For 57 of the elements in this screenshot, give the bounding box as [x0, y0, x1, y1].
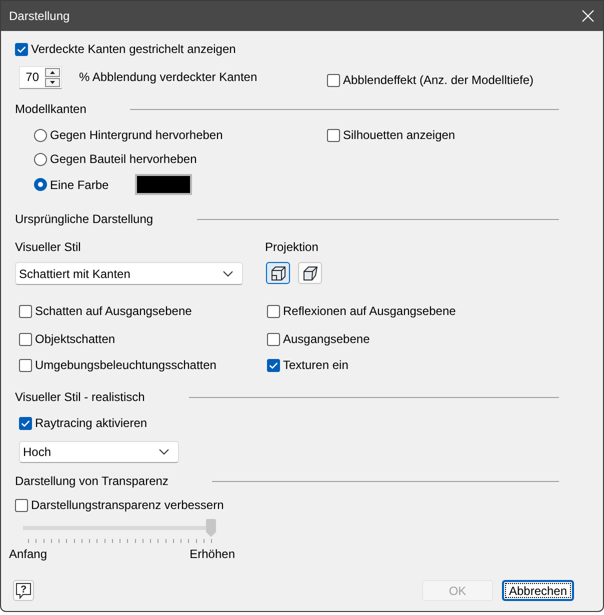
- checkbox-label: Ausgangsebene: [283, 331, 370, 347]
- checkbox-label: Schatten auf Ausgangsebene: [35, 303, 192, 319]
- checkbox[interactable]: [267, 358, 280, 372]
- checkbox-label: Umgebungsbeleuchtungsschatten: [35, 357, 216, 373]
- checkbox[interactable]: [15, 498, 28, 512]
- radio-button[interactable]: [34, 128, 47, 142]
- close-icon[interactable]: [582, 10, 594, 22]
- dropdown[interactable]: Hoch: [19, 441, 179, 463]
- projection-button[interactable]: [266, 262, 290, 284]
- spin-down-button[interactable]: [45, 78, 60, 87]
- chevron-down-icon: [223, 270, 233, 276]
- checkbox[interactable]: [267, 332, 280, 346]
- checkmark-icon: [21, 420, 30, 426]
- checkbox[interactable]: [19, 358, 32, 372]
- field-label: Projektion: [265, 239, 318, 255]
- checkbox[interactable]: [19, 332, 32, 346]
- checkbox[interactable]: [19, 416, 32, 430]
- number-field[interactable]: 70: [19, 66, 62, 89]
- section-heading: Darstellung von Transparenz: [15, 474, 168, 488]
- field-label: Visueller Stil: [15, 239, 82, 255]
- checkbox[interactable]: [15, 42, 28, 56]
- up-triangle-icon: [50, 71, 55, 74]
- radio-label: Gegen Bauteil hervorheben: [50, 151, 197, 167]
- color-swatch-icon[interactable]: [134, 174, 192, 195]
- section-heading: Modellkanten: [15, 102, 86, 116]
- checkmark-icon: [269, 362, 278, 368]
- dialog-button[interactable]: Abbrechen: [502, 580, 574, 601]
- checkbox-label: Objektschatten: [35, 331, 116, 347]
- checkbox[interactable]: [327, 128, 340, 142]
- slider-label: Anfang: [9, 547, 48, 562]
- spin-up-button[interactable]: [45, 68, 60, 77]
- slanted-box-icon: [302, 266, 318, 280]
- radio-label: Eine Farbe: [50, 176, 109, 192]
- checkbox-label: Raytracing aktivieren: [35, 415, 148, 431]
- radio-button[interactable]: [34, 152, 47, 166]
- checkbox-label: Abblendeffekt (Anz. der Modelltiefe): [343, 72, 534, 88]
- section-heading: Visueller Stil - realistisch: [15, 390, 145, 404]
- checkbox-label: Darstellungstransparenz verbessern: [31, 497, 224, 513]
- checkmark-icon: [17, 46, 26, 52]
- field-label: % Abblendung verdeckter Kanten: [79, 69, 258, 85]
- checkbox-label: Texturen ein: [283, 357, 348, 373]
- chevron-down-icon: [159, 449, 169, 455]
- checkbox[interactable]: [267, 304, 280, 318]
- section-heading: Ursprüngliche Darstellung: [15, 212, 154, 226]
- checkbox-label: Reflexionen auf Ausgangsebene: [283, 303, 456, 319]
- radio-button[interactable]: [34, 178, 47, 191]
- cube-icon: [270, 266, 286, 280]
- dropdown[interactable]: Schattiert mit Kanten: [15, 262, 243, 285]
- checkbox[interactable]: [19, 304, 32, 318]
- checkbox-label: Verdeckte Kanten gestrichelt anzeigen: [31, 41, 236, 57]
- window-title: Darstellung: [9, 9, 70, 23]
- radio-label: Gegen Hintergrund hervorheben: [50, 127, 223, 143]
- slider-label: Erhöhen: [190, 547, 235, 562]
- down-triangle-icon: [50, 81, 55, 84]
- checkbox[interactable]: [327, 74, 340, 86]
- checkbox-label: Silhouetten anzeigen: [343, 127, 456, 143]
- projection-button[interactable]: [298, 262, 322, 284]
